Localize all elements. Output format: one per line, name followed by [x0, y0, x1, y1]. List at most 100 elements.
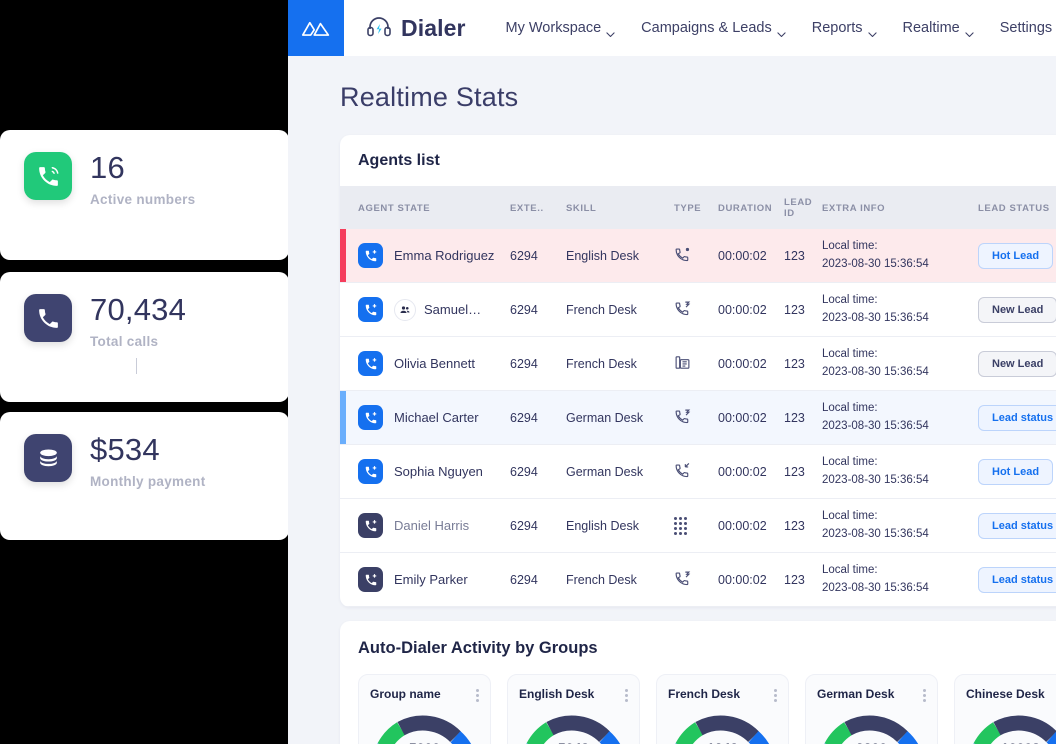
cell-skill: English Desk [566, 248, 639, 263]
th-agent-state[interactable]: AGENT STATE [346, 186, 510, 229]
th-duration[interactable]: DURATION [718, 186, 784, 229]
table-row[interactable]: Michael Carter 6294 German Desk 00:00:02… [340, 390, 1056, 445]
kebab-menu-icon[interactable] [923, 687, 926, 702]
auto-dialer-activity-panel: Auto-Dialer Activity by Groups Group nam… [340, 621, 1056, 744]
extra-label: Local time: [822, 240, 878, 253]
th-skill[interactable]: SKILL [566, 186, 674, 229]
nav-item-reports[interactable]: Reports [812, 20, 877, 37]
cell-agent: Michael Carter [346, 391, 510, 445]
table-row[interactable]: Sophia Nguyen 6294 German Desk 00:00:02 … [340, 445, 1056, 499]
cell-duration: 00:00:02 [718, 572, 767, 587]
cell-extra-info: Local time: 2023-08-30 15:36:54 [822, 391, 968, 445]
cell-extension: 6294 [510, 518, 538, 533]
status-badge[interactable]: Lead status [978, 566, 1056, 593]
stat-card-active-numbers[interactable]: 16 Active numbers [0, 130, 289, 260]
group-card[interactable]: Chinese Desk 10098 Users [954, 674, 1056, 744]
status-badge[interactable]: New Lead [978, 350, 1056, 377]
nav-label: My Workspace [505, 20, 602, 36]
table-row[interactable]: Olivia Bennett 6294 French Desk 00:00:02… [340, 337, 1056, 391]
extra-label: Local time: [822, 294, 878, 307]
th-extra-info[interactable]: EXTRA INFO [822, 186, 968, 229]
nav-item-realtime[interactable]: Realtime [903, 20, 974, 37]
gauge-value: 5043 [520, 740, 628, 744]
nav-item-my-workspace[interactable]: My Workspace [505, 20, 616, 37]
cell-extra-info: Local time: 2023-08-30 15:36:54 [822, 337, 968, 391]
stat-value: 70,434 [90, 292, 187, 327]
nav-label: Campaigns & Leads [641, 20, 772, 36]
group-card[interactable]: French Desk 1242 Users [656, 674, 789, 744]
table-row[interactable]: Daniel Harris 6294 English Desk 00:00:02… [340, 499, 1056, 553]
extra-label: Local time: [822, 510, 878, 523]
page-content: Realtime Stats Agents list AGENT STATE E… [288, 56, 1056, 744]
status-badge[interactable]: Hot Lead [978, 458, 1054, 485]
phone-forwarded-icon [674, 283, 718, 337]
cell-skill: French Desk [566, 572, 637, 587]
phone-forwarded-icon [674, 553, 718, 607]
brand-name: Dialer [401, 14, 466, 41]
headset-bolt-icon [366, 15, 392, 41]
cell-extension: 6294 [510, 248, 538, 263]
stat-value: $534 [90, 432, 160, 467]
cell-duration: 00:00:02 [718, 302, 767, 317]
agent-name: Michael Carter [394, 410, 479, 425]
table-row[interactable]: Samuel… 6294 French Desk 00:00:02 123 Lo… [340, 283, 1056, 337]
stats-panel: 16 Active numbers 70,434 Total calls $53… [0, 0, 290, 744]
chevron-down-icon [867, 25, 877, 37]
th-extension[interactable]: EXTE.. [510, 186, 566, 229]
cell-lead-id: 123 [784, 572, 805, 587]
status-badge[interactable]: Hot Lead [978, 242, 1054, 269]
group-name: French Desk [668, 687, 741, 701]
kebab-menu-icon[interactable] [625, 687, 628, 702]
stat-label: Monthly payment [90, 473, 206, 489]
th-type[interactable]: TYPE [674, 186, 718, 229]
group-card[interactable]: English Desk 5043 Users [507, 674, 640, 744]
cell-duration: 00:00:02 [718, 248, 767, 263]
cell-skill: German Desk [566, 464, 644, 479]
th-lead-status[interactable]: LEAD STATUS [968, 186, 1056, 229]
nav-label: Settings [999, 20, 1053, 36]
group-card[interactable]: Group name 5000 Users [358, 674, 491, 744]
cell-lead-status: Hot Lead [968, 229, 1056, 283]
phone-incoming-icon [674, 445, 718, 499]
extra-label: Local time: [822, 564, 878, 577]
cell-lead-id: 123 [784, 302, 805, 317]
cell-skill: English Desk [566, 518, 639, 533]
cell-lead-id: 123 [784, 410, 805, 425]
nav-item-settings[interactable]: Settings [1000, 20, 1052, 36]
th-lead-id[interactable]: LEAD ID [784, 186, 822, 229]
kebab-menu-icon[interactable] [774, 687, 777, 702]
status-badge[interactable]: Lead status [978, 404, 1056, 431]
extra-value: 2023-08-30 15:36:54 [822, 473, 929, 486]
stat-label: Total calls [90, 333, 159, 349]
stat-card-monthly-payment[interactable]: $534 Monthly payment [0, 412, 289, 540]
cell-extension: 6294 [510, 302, 538, 317]
chevron-down-icon [777, 25, 786, 37]
gauge-chart: 10098 Users [967, 710, 1056, 744]
table-row[interactable]: Emma Rodriguez 6294 English Desk 00:00:0… [340, 229, 1056, 283]
extra-value: 2023-08-30 15:36:54 [822, 257, 929, 270]
extra-value: 2023-08-30 15:36:54 [822, 311, 929, 324]
mountain-logo-icon[interactable] [288, 0, 344, 56]
status-badge[interactable]: Lead status [978, 512, 1056, 539]
gauge-value: 2300 [818, 740, 926, 744]
stat-card-total-calls[interactable]: 70,434 Total calls [0, 272, 289, 402]
cell-extra-info: Local time: 2023-08-30 15:36:54 [822, 553, 968, 607]
gauge-chart: 5000 Users [371, 710, 479, 744]
status-badge[interactable]: New Lead [978, 296, 1056, 323]
cell-agent: Emily Parker [346, 553, 510, 607]
cell-extra-info: Local time: 2023-08-30 15:36:54 [822, 499, 968, 553]
kebab-menu-icon[interactable] [476, 687, 479, 702]
extra-value: 2023-08-30 15:36:54 [822, 365, 929, 378]
cell-skill: French Desk [566, 356, 637, 371]
nav-item-campaigns-leads[interactable]: Campaigns & Leads [641, 20, 786, 37]
brand[interactable]: Dialer [366, 15, 466, 42]
agents-table-body: Emma Rodriguez 6294 English Desk 00:00:0… [340, 229, 1056, 607]
cell-lead-id: 123 [784, 464, 805, 479]
cell-extra-info: Local time: 2023-08-30 15:36:54 [822, 445, 968, 499]
group-name: English Desk [519, 687, 595, 701]
cell-lead-status: Lead status [968, 391, 1056, 445]
stat-text: 16 Active numbers [90, 151, 195, 206]
group-card[interactable]: German Desk 2300 Users [805, 674, 938, 744]
table-row[interactable]: Emily Parker 6294 French Desk 00:00:02 1… [340, 553, 1056, 607]
cell-duration: 00:00:02 [718, 410, 767, 425]
